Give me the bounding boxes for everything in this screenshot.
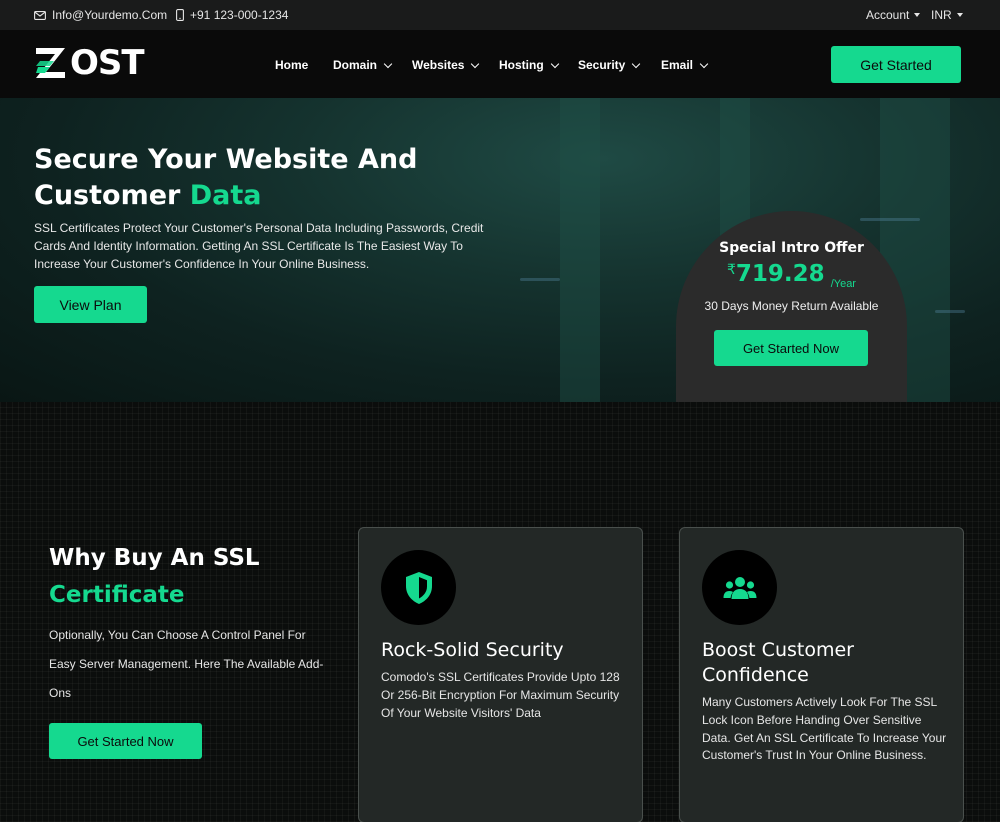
why-get-started-button[interactable]: Get Started Now: [49, 723, 202, 759]
offer-get-started-button[interactable]: Get Started Now: [714, 330, 868, 366]
email-text: Info@Yourdemo.Com: [52, 8, 168, 22]
light-streak: [935, 310, 965, 313]
nav-item-label: Home: [275, 58, 309, 72]
envelope-icon: [34, 10, 46, 20]
contact-phone[interactable]: +91 123-000-1234: [176, 8, 288, 22]
intro-offer-card: Special Intro Offer ₹ 719.28 /Year 30 Da…: [676, 211, 907, 402]
shield-icon: [405, 571, 432, 604]
feature-title: Rock-Solid Security: [381, 639, 564, 661]
currency-symbol: ₹: [727, 261, 736, 277]
feature-text: Many Customers Actively Look For The SSL…: [702, 695, 947, 763]
feature-text: Comodo's SSL Certificates Provide Upto 1…: [381, 670, 620, 720]
light-streak: [860, 218, 920, 221]
feature-card-security: Rock-Solid Security Comodo's SSL Certifi…: [358, 527, 643, 822]
main-navigation: OST Home Domain Websites Hosting Securit…: [0, 30, 1000, 98]
nav-item-email[interactable]: Email: [661, 58, 709, 72]
account-label: Account: [866, 8, 910, 22]
feature-card-confidence: Boost Customer Confidence Many Customers…: [679, 527, 964, 822]
users-icon: [723, 576, 756, 599]
phone-icon: [176, 9, 184, 21]
nav-item-domain[interactable]: Domain: [333, 58, 393, 72]
nav-item-hosting[interactable]: Hosting: [499, 58, 559, 72]
chevron-down-icon: [383, 59, 393, 68]
background-pillar: [560, 98, 600, 402]
nav-item-security[interactable]: Security: [578, 58, 641, 72]
hero-title-accent: Data: [189, 180, 262, 211]
view-plan-button[interactable]: View Plan: [34, 286, 147, 323]
currency-dropdown[interactable]: INR: [931, 8, 963, 22]
hero-section: Secure Your Website And Customer Data SS…: [0, 98, 1000, 402]
logo-text: OST: [70, 43, 145, 83]
contact-email[interactable]: Info@Yourdemo.Com: [34, 8, 167, 22]
nav-item-label: Email: [661, 58, 694, 72]
why-title-accent: Certificate: [49, 582, 185, 608]
why-ssl-description: Optionally, You Can Choose A Control Pan…: [49, 628, 324, 700]
currency-label: INR: [931, 8, 952, 22]
caret-down-icon: [956, 13, 963, 17]
feature-icon-circle: [381, 550, 456, 625]
nav-item-websites[interactable]: Websites: [412, 58, 480, 72]
why-ssl-title: Why Buy An SSL Certificate: [49, 540, 260, 614]
nav-item-label: Domain: [333, 58, 378, 72]
money-back-text: 30 Days Money Return Available: [704, 299, 879, 313]
account-dropdown[interactable]: Account: [866, 8, 921, 22]
chevron-down-icon: [632, 59, 641, 68]
caret-down-icon: [914, 13, 921, 17]
get-started-button[interactable]: Get Started: [831, 46, 961, 83]
chevron-down-icon: [699, 59, 709, 68]
light-streak: [520, 278, 560, 281]
logo-mark-icon: [36, 48, 65, 78]
why-title-line1: Why Buy An SSL: [49, 545, 260, 571]
chevron-down-icon: [550, 59, 559, 68]
feature-icon-circle: [702, 550, 777, 625]
top-bar: Info@Yourdemo.Com +91 123-000-1234 Accou…: [0, 0, 1000, 30]
hero-description: SSL Certificates Protect Your Customer's…: [34, 221, 484, 271]
chevron-down-icon: [471, 59, 480, 68]
price-amount: 719.28: [735, 261, 825, 287]
feature-title: Boost Customer Confidence: [702, 639, 854, 686]
logo[interactable]: OST: [34, 43, 145, 83]
offer-price: ₹ 719.28 /Year: [676, 261, 907, 290]
offer-title: Special Intro Offer: [719, 240, 864, 256]
hero-title: Secure Your Website And Customer Data: [34, 142, 417, 214]
phone-text: +91 123-000-1234: [190, 8, 289, 22]
hero-title-line1: Secure Your Website And: [34, 144, 418, 175]
nav-item-home[interactable]: Home: [275, 58, 308, 72]
nav-item-label: Websites: [412, 58, 465, 72]
nav-item-label: Security: [578, 58, 626, 72]
hero-title-line2: Customer: [34, 180, 190, 211]
nav-item-label: Hosting: [499, 58, 544, 72]
price-period: /Year: [830, 278, 856, 290]
